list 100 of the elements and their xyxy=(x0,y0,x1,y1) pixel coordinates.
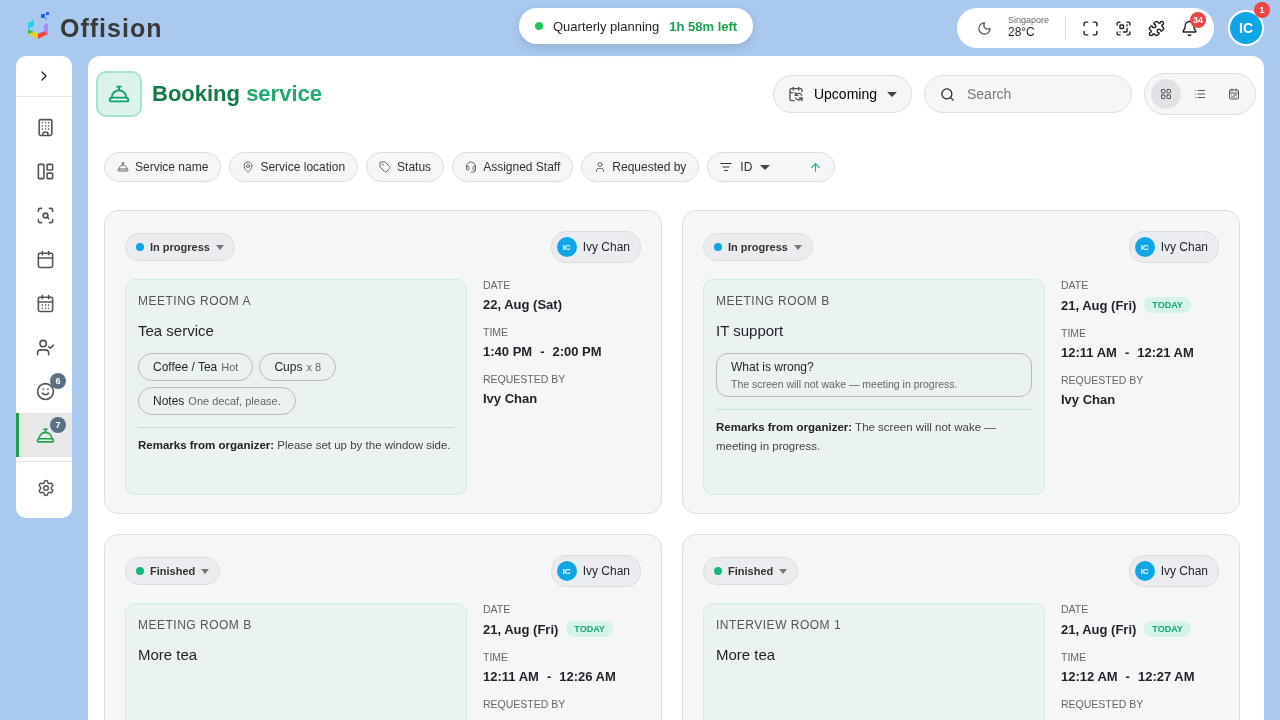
date-value: 21, Aug (Fri) xyxy=(483,621,559,637)
booking-card[interactable] xyxy=(682,210,1240,514)
start-time: 12:12 AM xyxy=(1061,669,1118,684)
status-dropdown[interactable]: In progress xyxy=(125,233,235,261)
service-bell-icon xyxy=(108,83,130,105)
location-label: MEETING ROOM B xyxy=(138,618,253,632)
booking-card[interactable] xyxy=(104,210,662,514)
calendar-icon xyxy=(36,249,55,269)
time-separator: - xyxy=(1124,345,1130,360)
service-name: More tea xyxy=(716,646,777,663)
sidebar-item[interactable]: 7 xyxy=(16,413,72,457)
date-label: DATE xyxy=(1061,603,1090,615)
time-left: 1h 58m left xyxy=(669,18,738,34)
search-icon xyxy=(940,86,955,102)
assignee-chip[interactable]: IC Ivy Chan xyxy=(1128,555,1219,587)
meeting-title: Quarterly planning xyxy=(553,18,660,34)
time-label: TIME xyxy=(483,651,510,663)
requester-name: Ivy Chan xyxy=(1061,392,1116,407)
service-name: More tea xyxy=(138,646,199,663)
fullscreen-icon[interactable] xyxy=(1082,19,1099,37)
live-dot xyxy=(535,22,543,30)
date-value: 21, Aug (Fri) xyxy=(1061,621,1137,637)
requested-by-label: REQUESTED BY xyxy=(1061,374,1145,386)
caret-icon xyxy=(779,568,788,574)
service-bell-icon xyxy=(36,425,55,445)
assignee-chip[interactable]: IC Ivy Chan xyxy=(550,231,641,263)
start-time: 1:40 PM xyxy=(483,344,533,359)
sort-dropdown[interactable]: ID xyxy=(707,152,836,182)
search-icon xyxy=(36,205,55,225)
face-icon xyxy=(36,381,55,401)
temperature: 28°C xyxy=(1007,26,1036,40)
count-badge: 7 xyxy=(50,417,66,433)
avatar: IC xyxy=(556,561,577,581)
booking-card[interactable]: Finished IC Ivy Chan INTERVIEW ROOM 1 More tea DATE 21, Aug (Fri) TODAY TIME 12:12 AM - 12:27 AM REQUESTED BY xyxy=(682,534,1240,720)
city-name: Singapore xyxy=(1007,16,1049,27)
page-title: Booking service xyxy=(152,81,322,107)
settings-icon xyxy=(36,479,55,497)
sidebar-item[interactable]: 6 xyxy=(16,369,72,413)
puzzle-icon[interactable] xyxy=(1148,19,1165,37)
avatar: IC xyxy=(1134,237,1155,257)
user-icon xyxy=(594,161,607,173)
question-label: What is wrong? xyxy=(731,360,815,374)
list-icon xyxy=(1194,88,1206,100)
filter-chip[interactable]: Assigned Staff xyxy=(452,152,574,182)
start-time: 12:11 AM xyxy=(1061,345,1117,360)
today-badge: TODAY xyxy=(566,621,613,637)
status-dropdown[interactable]: Finished xyxy=(125,557,221,585)
location-label: MEETING ROOM B xyxy=(716,294,831,308)
meeting-banner[interactable]: Quarterly planning 1h 58m left xyxy=(519,8,754,44)
calendar-icon xyxy=(787,86,804,102)
time-separator: - xyxy=(540,344,545,359)
avatar: IC xyxy=(556,237,577,257)
filter-chip[interactable]: Service location xyxy=(229,152,359,182)
count-badge: 6 xyxy=(50,373,66,389)
requested-by-label: REQUESTED BY xyxy=(483,698,567,710)
assignee-name: Ivy Chan xyxy=(582,564,630,578)
requester-name: Ivy Chan xyxy=(483,391,538,406)
status-dropdown[interactable]: In progress xyxy=(703,233,813,261)
location-label: MEETING ROOM A xyxy=(138,294,252,308)
status-dropdown[interactable]: Finished xyxy=(703,557,799,585)
booking-card[interactable]: Finished IC Ivy Chan MEETING ROOM B More tea DATE 21, Aug (Fri) TODAY TIME 12:11 AM - 12:26 AM REQUESTED BY xyxy=(104,534,662,720)
qr-code-icon[interactable] xyxy=(1115,19,1132,37)
today-badge: TODAY xyxy=(1144,621,1191,637)
filter-chip[interactable]: Service name xyxy=(104,152,222,182)
assignee-name: Ivy Chan xyxy=(1160,240,1208,254)
search-field[interactable]: Search xyxy=(924,75,1132,113)
end-time: 12:21 AM xyxy=(1137,345,1194,360)
user-badge: 1 xyxy=(1254,2,1270,18)
organizer-remarks: Remarks from organizer: Please set up by the window side. xyxy=(138,438,452,453)
floor-plan-icon xyxy=(36,161,55,181)
time-separator: - xyxy=(546,669,552,684)
time-separator: - xyxy=(1125,669,1130,684)
caret-icon xyxy=(760,164,771,170)
end-time: 12:27 AM xyxy=(1137,669,1195,684)
caret-icon xyxy=(215,244,224,250)
period-dropdown[interactable]: Upcoming xyxy=(772,75,912,113)
location-label: INTERVIEW ROOM 1 xyxy=(716,618,843,632)
assignee-chip[interactable]: IC Ivy Chan xyxy=(550,555,641,587)
grid-view-button[interactable] xyxy=(1151,79,1181,109)
today-badge: TODAY xyxy=(1144,297,1191,313)
date-value: 21, Aug (Fri) xyxy=(1061,297,1137,313)
date-label: DATE xyxy=(483,279,512,291)
assignee-chip[interactable]: IC Ivy Chan xyxy=(1128,231,1219,263)
service-name: Tea service xyxy=(138,322,215,339)
building-icon xyxy=(36,117,55,137)
filter-chip[interactable]: Requested by xyxy=(581,152,700,182)
location-pin-icon xyxy=(242,161,255,173)
calendar-icon xyxy=(36,293,55,313)
end-time: 12:26 AM xyxy=(559,669,616,684)
end-time: 2:00 PM xyxy=(552,344,602,359)
time-label: TIME xyxy=(483,326,510,338)
date-label: DATE xyxy=(483,603,512,615)
moon-icon xyxy=(976,20,992,36)
grid-icon xyxy=(1160,88,1172,100)
filter-chip[interactable]: Status xyxy=(366,152,445,182)
headset-icon xyxy=(465,161,478,173)
brand-name: Offision xyxy=(60,13,163,43)
question-answer: The screen will not wake — meeting in progress. xyxy=(731,378,959,390)
organizer-remarks: Remarks from organizer: The screen will not wake — meeting in progress. xyxy=(716,420,997,454)
time-label: TIME xyxy=(1061,651,1088,663)
